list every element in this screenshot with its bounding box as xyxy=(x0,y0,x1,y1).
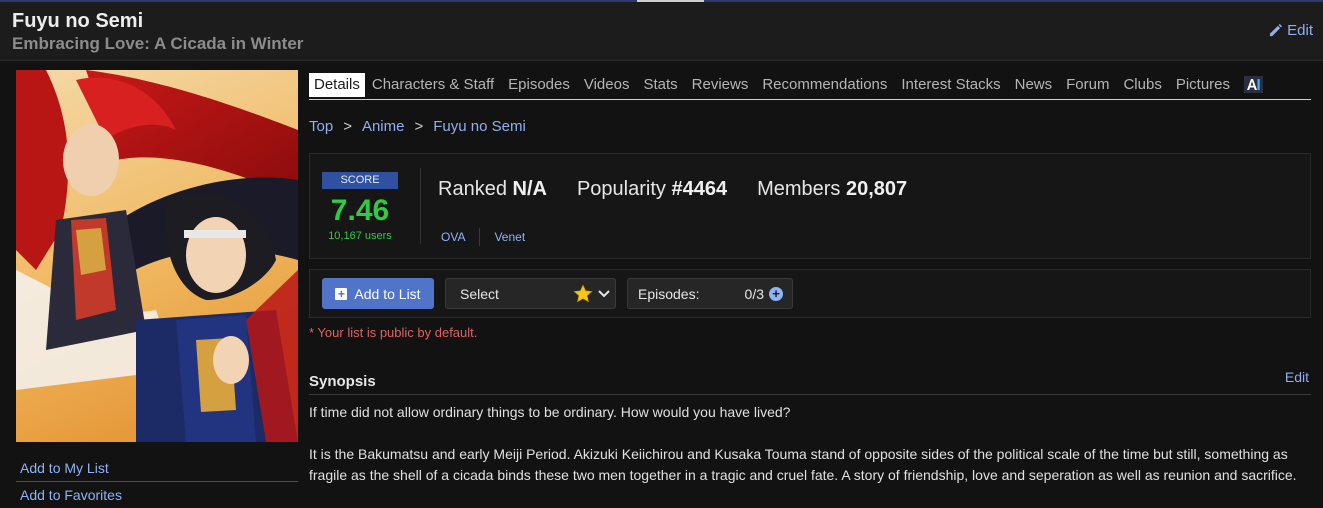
ranked-stat[interactable]: Ranked N/A xyxy=(438,178,547,201)
breadcrumb-separator: > xyxy=(414,117,424,135)
popularity-label: Popularity xyxy=(576,178,666,200)
tab-clubs[interactable]: Clubs xyxy=(1116,73,1168,97)
popularity-stat[interactable]: Popularity #4464 xyxy=(577,178,727,201)
edit-title-button[interactable]: Edit xyxy=(1268,22,1313,39)
stat-line: Ranked N/A Popularity #4464 Members 20,8… xyxy=(438,178,907,201)
info-separator xyxy=(479,228,481,246)
tab-characters-staff[interactable]: Characters & Staff xyxy=(365,73,501,97)
tab-forum[interactable]: Forum xyxy=(1059,73,1116,97)
tab-bar: Details Characters & Staff Episodes Vide… xyxy=(309,70,1311,100)
tab-interest-stacks[interactable]: Interest Stacks xyxy=(894,73,1007,97)
tab-recommendations[interactable]: Recommendations xyxy=(755,73,894,97)
synopsis-header: Synopsis Edit xyxy=(309,364,1311,395)
stats-panel: SCORE 7.46 10,167 users Ranked N/A Popul… xyxy=(309,153,1311,259)
info-links: OVA Venet xyxy=(441,228,525,246)
type-link[interactable]: OVA xyxy=(441,230,465,244)
studio-link[interactable]: Venet xyxy=(494,230,525,244)
breadcrumb-separator: > xyxy=(343,117,352,135)
pencil-icon xyxy=(1270,23,1283,37)
synopsis-text: If time did not allow ordinary things to… xyxy=(309,402,1299,507)
list-controls: + Add to List Select Episodes: 0/3 + xyxy=(309,269,1311,318)
stats-divider xyxy=(420,168,421,244)
synopsis-title: Synopsis xyxy=(309,373,376,390)
add-to-list-label: Add to List xyxy=(354,285,421,302)
title-bar: Fuyu no Semi Embracing Love: A Cicada in… xyxy=(0,2,1323,61)
tab-details[interactable]: Details xyxy=(309,72,365,97)
synopsis-edit-button[interactable]: Edit xyxy=(1285,369,1309,385)
star-icon xyxy=(573,284,593,303)
left-sidebar: Add to My List Add to Favorites xyxy=(16,70,298,508)
public-list-note: * Your list is public by default. xyxy=(309,325,478,340)
episodes-field[interactable]: Episodes: 0/3 + xyxy=(627,278,793,309)
synopsis-paragraph: It is the Bakumatsu and early Meiji Peri… xyxy=(309,446,1297,483)
breadcrumb: Top > Anime > Fuyu no Semi xyxy=(309,116,1311,136)
members-label: Members xyxy=(757,178,841,200)
chevron-down-icon xyxy=(598,290,610,298)
score-badge: SCORE xyxy=(322,172,398,189)
ranked-label: Ranked xyxy=(438,178,507,200)
tab-episodes[interactable]: Episodes xyxy=(501,73,577,97)
episodes-label: Episodes: xyxy=(638,285,700,302)
anilist-icon[interactable] xyxy=(1244,76,1264,93)
members-value: 20,807 xyxy=(846,178,908,200)
increment-episodes-icon[interactable]: + xyxy=(769,287,783,301)
tab-reviews[interactable]: Reviews xyxy=(685,73,756,97)
episodes-count: 0/3 xyxy=(744,286,764,302)
page-title: Fuyu no Semi xyxy=(12,10,144,32)
plus-square-icon: + xyxy=(335,287,348,300)
tab-videos[interactable]: Videos xyxy=(577,73,637,97)
synopsis-paragraph: If time did not allow ordinary things to… xyxy=(309,404,791,420)
add-to-list-button[interactable]: + Add to List xyxy=(322,278,434,309)
ranked-value: N/A xyxy=(512,178,547,200)
breadcrumb-anime[interactable]: Anime xyxy=(362,118,405,135)
status-select-value: Select xyxy=(460,285,499,302)
sidebar-add-to-list-link[interactable]: Add to My List xyxy=(16,455,298,482)
breadcrumb-top[interactable]: Top xyxy=(309,118,333,135)
tab-pictures[interactable]: Pictures xyxy=(1169,73,1237,97)
tab-news[interactable]: News xyxy=(1008,73,1060,97)
members-stat[interactable]: Members 20,807 xyxy=(757,178,907,201)
status-select[interactable]: Select xyxy=(445,278,616,309)
popularity-value: #4464 xyxy=(671,178,728,200)
score-users: 10,167 users xyxy=(328,230,392,242)
anime-cover-image[interactable] xyxy=(16,70,298,442)
main-content: Details Characters & Staff Episodes Vide… xyxy=(309,70,1311,483)
page-subtitle: Embracing Love: A Cicada in Winter xyxy=(12,34,304,53)
score-value: 7.46 xyxy=(330,194,390,227)
edit-title-label: Edit xyxy=(1287,22,1313,39)
sidebar-add-to-favorites-link[interactable]: Add to Favorites xyxy=(16,482,298,508)
tab-stats[interactable]: Stats xyxy=(636,73,684,97)
breadcrumb-current[interactable]: Fuyu no Semi xyxy=(433,118,526,135)
